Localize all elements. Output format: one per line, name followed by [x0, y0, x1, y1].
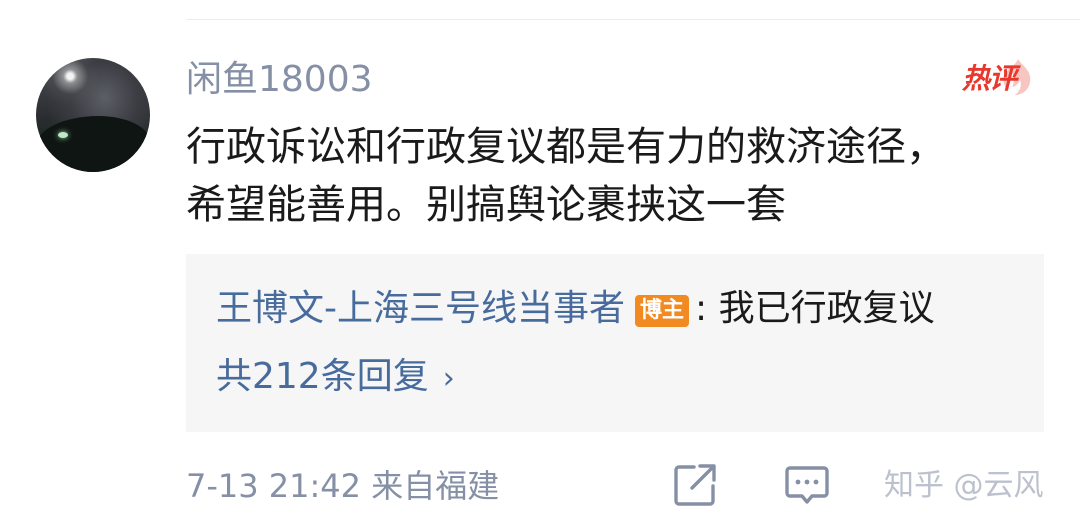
avatar-hill	[36, 116, 150, 172]
avatar-light	[58, 132, 68, 138]
reply-author[interactable]: 王博文-上海三号线当事者	[216, 288, 625, 329]
top-divider	[186, 19, 1080, 20]
hot-comment-label: 热评	[962, 62, 1017, 95]
view-all-replies-link[interactable]: 共212条回复 ›	[216, 354, 455, 402]
comment-text-line: 希望能善用。别搞舆论裹挟这一套	[186, 182, 786, 228]
blogger-badge: 博主	[635, 295, 690, 327]
hot-comment-badge: 热评	[960, 58, 1038, 98]
username[interactable]: 闲鱼18003	[186, 58, 373, 102]
timestamp-location: 7-13 21:42 来自福建	[186, 467, 500, 505]
share-icon[interactable]	[672, 462, 718, 508]
comment-text: 行政诉讼和行政复议都是有力的救济途径， 希望能善用。别搞舆论裹挟这一套	[186, 118, 1066, 234]
comment-text-line: 行政诉讼和行政复议都是有力的救济途径，	[186, 124, 946, 170]
reply-colon: :	[695, 288, 708, 329]
avatar[interactable]	[36, 58, 150, 172]
reply-count-label: 共212条回复	[216, 356, 429, 397]
watermark: 知乎 @云风	[884, 468, 1044, 503]
reply-preview[interactable]: 王博文-上海三号线当事者 博主: 我已行政复议 共212条回复 ›	[186, 254, 1044, 432]
reply-preview-line: 王博文-上海三号线当事者 博主: 我已行政复议	[216, 286, 935, 332]
comment-icon[interactable]	[784, 462, 830, 508]
reply-text: 我已行政复议	[718, 288, 935, 329]
chevron-right-icon: ›	[442, 361, 455, 396]
